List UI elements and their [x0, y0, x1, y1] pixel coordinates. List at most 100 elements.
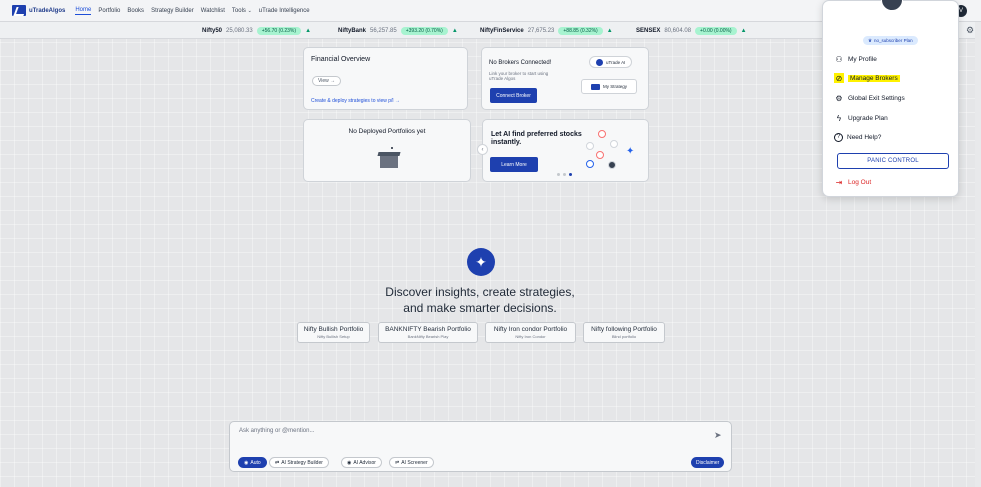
ticker-name: Nifty50 — [202, 28, 223, 34]
chevron-down-icon: ⌄ — [247, 7, 252, 14]
advisor-icon: ◉ — [347, 459, 352, 466]
orbit-node — [610, 140, 618, 148]
chat-input[interactable]: Ask anything or @mention... — [239, 428, 314, 434]
ai-pill-label: uTrade AI — [606, 59, 626, 65]
my-strategy-label: My Strategy — [602, 84, 627, 89]
suggestion-title: Nifty Iron condor Portfolio — [493, 326, 568, 333]
ticker-item: Nifty50 25,080.33 +56.70 (0.23%) ▲ — [202, 27, 311, 35]
profile-dropdown: ♛ no_subscriber Plan ⚇ My Profile ⊘ Mana… — [822, 0, 959, 197]
suggestion-title: Nifty Bullish Portfolio — [303, 326, 364, 333]
dropdown-avatar — [881, 0, 903, 11]
ticker-item: NiftyBank 56,257.85 +393.20 (0.70%) ▲ — [338, 27, 458, 35]
ticker-change: +88.85 (0.32%) — [558, 27, 603, 35]
gear-icon: ⚙ — [835, 93, 843, 103]
card-title: Let AI find preferred stocks instantly. — [491, 131, 582, 146]
chip-label: AI Advisor — [353, 459, 376, 466]
person-icon: ⚇ — [835, 54, 843, 64]
nav-home[interactable]: Home — [75, 7, 92, 15]
panic-control-button[interactable]: PANIC CONTROL — [837, 153, 949, 169]
menu-log-out[interactable]: ⇥ Log Out — [834, 176, 872, 188]
orbit-node — [586, 142, 594, 150]
ticker-name: SENSEX — [636, 28, 661, 34]
menu-manage-brokers[interactable]: ⊘ Manage Brokers — [834, 72, 900, 84]
ticker-change: +56.70 (0.23%) — [256, 27, 302, 35]
nav-strategy-builder[interactable]: Strategy Builder — [151, 8, 194, 14]
menu-my-profile[interactable]: ⚇ My Profile — [834, 53, 877, 65]
menu-label: Log Out — [848, 178, 872, 186]
ticker-name: NiftyFinService — [480, 28, 524, 34]
menu-global-exit-settings[interactable]: ⚙ Global Exit Settings — [834, 92, 904, 104]
card-title: No Deployed Portfolios yet — [348, 128, 426, 135]
auto-icon: ◉ — [244, 459, 249, 466]
disclaimer-button[interactable]: Disclaimer — [691, 457, 725, 468]
nav-books[interactable]: Books — [127, 8, 144, 14]
nav-watchlist[interactable]: Watchlist — [201, 8, 225, 14]
ticker-item: NiftyFinService 27,675.23 +88.85 (0.32%)… — [480, 27, 613, 35]
chip-auto[interactable]: ◉ Auto — [238, 457, 267, 468]
ticker-item: SENSEX 80,604.08 +0.00 (0.00%) ▲ — [636, 27, 747, 35]
menu-upgrade-plan[interactable]: ϟ Upgrade Plan — [834, 112, 888, 124]
chip-ai-screener[interactable]: ⇌ AI Screener — [389, 457, 434, 468]
screener-icon: ⇌ — [395, 459, 400, 466]
ai-orbit-illustration — [584, 128, 644, 176]
crown-icon: ♛ — [868, 37, 873, 43]
ticker-value: 25,080.33 — [226, 28, 253, 34]
no-deployed-card: No Deployed Portfolios yet — [303, 119, 471, 182]
logo-icon — [12, 5, 26, 16]
suggestion-sub: BankNifty Bearish Play — [407, 334, 449, 339]
carousel-dot[interactable] — [563, 173, 566, 176]
carousel-dots — [557, 173, 572, 176]
nav-portfolio[interactable]: Portfolio — [98, 8, 120, 14]
hero-line-2: and make smarter decisions. — [403, 301, 557, 315]
card-subtitle: Link your broker to start using uTrade A… — [489, 71, 549, 81]
strategy-icon — [590, 83, 600, 90]
chip-ai-strategy-builder[interactable]: ⇄ AI Strategy Builder — [269, 457, 329, 468]
carousel-dot-active[interactable] — [569, 173, 572, 176]
chip-ai-advisor[interactable]: ◉ AI Advisor — [341, 457, 382, 468]
orbit-node — [598, 130, 606, 138]
menu-need-help[interactable]: ? Need Help? — [834, 131, 881, 143]
ticker-value: 27,675.23 — [527, 28, 555, 34]
card-title: No Brokers Connected! — [489, 60, 552, 66]
link-icon: ⊘ — [834, 73, 844, 83]
plan-label: no_subscriber Plan — [874, 38, 913, 43]
suggestion-sub: Blind portfolio — [611, 334, 637, 339]
logout-icon: ⇥ — [835, 177, 843, 187]
menu-label: My Profile — [848, 55, 877, 63]
sparkle-icon: ✦ — [467, 248, 495, 276]
learn-more-button[interactable]: Learn More — [490, 157, 538, 172]
send-icon[interactable]: ➤ — [714, 430, 722, 441]
menu-label: Manage Brokers — [848, 74, 900, 82]
nav-tools[interactable]: Tools ⌄ — [232, 8, 252, 14]
carousel-prev-button[interactable]: ‹ — [477, 144, 488, 155]
no-brokers-card: No Brokers Connected! Link your broker t… — [481, 47, 649, 110]
chip-label: AI Screener — [401, 459, 428, 466]
carousel-dot[interactable] — [557, 173, 560, 176]
sparkle-icon: ✦ — [626, 146, 635, 157]
empty-box-icon — [377, 151, 401, 168]
suggestion-chip[interactable]: BANKNIFTY Bearish Portfolio BankNifty Be… — [378, 322, 478, 343]
page-scrollbar[interactable] — [975, 22, 981, 487]
suggestion-chip[interactable]: Nifty Iron condor Portfolio Nifty Iron C… — [485, 322, 576, 343]
ticker-name: NiftyBank — [338, 28, 367, 34]
settings-gear-icon[interactable]: ⚙ — [966, 25, 974, 36]
create-deploy-link[interactable]: Create & deploy strategies to view p/l → — [311, 98, 400, 104]
card-title: Financial Overview — [311, 56, 371, 63]
up-arrow-icon: ▲ — [451, 28, 458, 34]
connect-broker-button[interactable]: Connect Broker — [490, 88, 537, 103]
nav-utrade-intelligence[interactable]: uTrade Intelligence — [259, 8, 310, 14]
suggestion-sub: Nifty Bullish Setup — [317, 334, 350, 339]
view-button[interactable]: View → — [312, 76, 342, 86]
orbit-node — [596, 151, 604, 159]
suggestion-chip[interactable]: Nifty Bullish Portfolio Nifty Bullish Se… — [297, 322, 370, 343]
orbit-node — [586, 160, 594, 168]
suggestion-chip[interactable]: Nifty following Portfolio Blind portfoli… — [583, 322, 665, 343]
plan-badge: ♛ no_subscriber Plan — [863, 36, 918, 45]
my-strategy-chip: My Strategy — [581, 79, 637, 94]
suggestion-sub: Nifty Iron Condor — [515, 334, 546, 339]
nav-tools-label: Tools — [231, 7, 246, 14]
logo[interactable]: uTradeAlgos — [12, 5, 65, 16]
up-arrow-icon: ▲ — [740, 28, 747, 34]
ai-stocks-card: ‹ Let AI find preferred stocks instantly… — [477, 119, 649, 182]
chip-label: AI Strategy Builder — [281, 459, 323, 466]
